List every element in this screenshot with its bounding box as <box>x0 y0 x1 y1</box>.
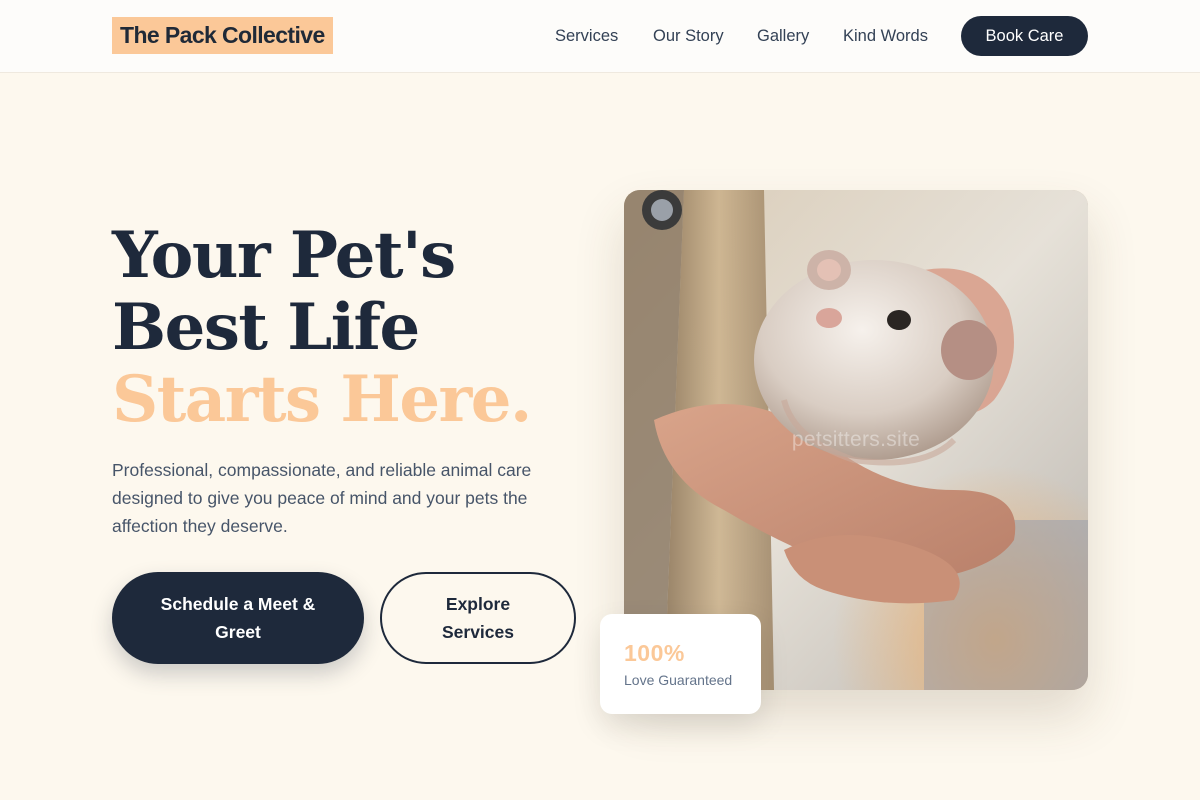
nav-link-our-story[interactable]: Our Story <box>653 24 724 48</box>
headline-line-1: Your Pet's <box>112 218 456 293</box>
stat-label: Love Guaranteed <box>624 672 733 688</box>
schedule-meet-greet-button[interactable]: Schedule a Meet & Greet <box>112 572 364 664</box>
headline-accent: Starts Here. <box>112 362 532 437</box>
site-header: The Pack Collective Services Our Story G… <box>0 0 1200 73</box>
love-guaranteed-card: 100% Love Guaranteed <box>600 614 761 714</box>
explore-services-button[interactable]: Explore Services <box>380 572 576 664</box>
hero-subtitle: Professional, compassionate, and reliabl… <box>112 460 532 536</box>
book-care-button[interactable]: Book Care <box>961 16 1088 56</box>
nav-link-kind-words[interactable]: Kind Words <box>843 24 928 48</box>
hero-headline: Your Pet's Best Life Starts Here. <box>112 220 582 436</box>
headline-line-2: Best Life <box>112 290 420 365</box>
nav-link-services[interactable]: Services <box>555 24 618 48</box>
stat-value: 100% <box>624 640 685 666</box>
photo-watermark: petsitters.site <box>791 428 921 451</box>
nav-link-gallery[interactable]: Gallery <box>757 24 809 48</box>
